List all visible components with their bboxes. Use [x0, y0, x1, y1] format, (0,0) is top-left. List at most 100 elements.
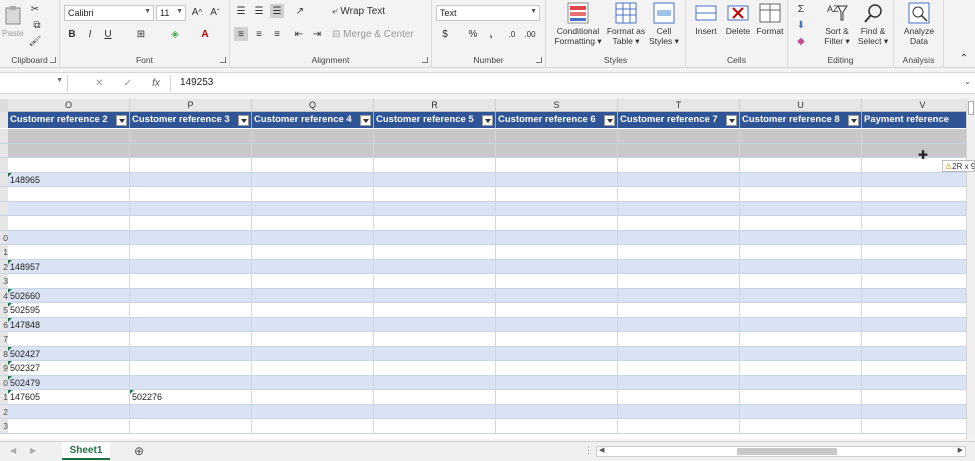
- clear-icon[interactable]: ◆: [794, 34, 808, 48]
- table-row[interactable]: [0, 129, 966, 144]
- table-cell[interactable]: 502595: [8, 303, 130, 317]
- table-cell[interactable]: [618, 216, 740, 230]
- table-cell[interactable]: [862, 274, 966, 288]
- table-cell[interactable]: [740, 303, 862, 317]
- top-align-icon[interactable]: ☰: [234, 4, 248, 18]
- table-cell[interactable]: [740, 390, 862, 404]
- row-header[interactable]: 2: [0, 404, 8, 418]
- row-header[interactable]: 3: [0, 274, 8, 288]
- table-cell[interactable]: [374, 274, 496, 288]
- table-header-cell[interactable]: Customer reference 5: [374, 112, 496, 128]
- paste-label[interactable]: Paste: [2, 28, 24, 38]
- row-header[interactable]: 4: [0, 288, 8, 302]
- table-row[interactable]: 9 502327: [0, 361, 966, 376]
- table-cell[interactable]: [252, 375, 374, 389]
- table-header-cell[interactable]: Customer reference 6: [496, 112, 618, 128]
- table-cell[interactable]: [862, 173, 966, 187]
- align-center-icon[interactable]: ≡: [252, 27, 266, 41]
- table-cell[interactable]: [496, 404, 618, 418]
- table-cell[interactable]: [130, 187, 252, 201]
- table-cell[interactable]: [374, 172, 496, 186]
- table-cell[interactable]: [374, 158, 496, 172]
- column-header-s[interactable]: S: [496, 99, 618, 112]
- table-cell[interactable]: [740, 187, 862, 201]
- table-cell[interactable]: [740, 230, 862, 244]
- font-name-combo[interactable]: Calibri ▼: [64, 5, 154, 21]
- table-row[interactable]: 2: [0, 404, 966, 419]
- table-cell[interactable]: [496, 419, 618, 433]
- row-header[interactable]: 1: [0, 245, 8, 259]
- table-cell[interactable]: [496, 158, 618, 172]
- table-cell[interactable]: [130, 172, 252, 186]
- table-cell[interactable]: [374, 129, 496, 143]
- table-row[interactable]: 0: [0, 230, 966, 245]
- column-header-u[interactable]: U: [740, 99, 862, 112]
- table-cell[interactable]: [8, 201, 130, 215]
- table-cell[interactable]: [8, 187, 130, 201]
- table-row[interactable]: [0, 143, 966, 158]
- table-row[interactable]: 2 148957: [0, 259, 966, 274]
- table-row[interactable]: 3: [0, 274, 966, 289]
- table-cell[interactable]: [130, 404, 252, 418]
- name-box[interactable]: ▼: [0, 75, 68, 92]
- table-cell[interactable]: [374, 346, 496, 360]
- table-cell[interactable]: [252, 332, 374, 346]
- table-cell[interactable]: 147848: [8, 317, 130, 331]
- table-cell[interactable]: [740, 346, 862, 360]
- delete-button[interactable]: Delete: [722, 2, 754, 36]
- row-header[interactable]: [0, 187, 8, 201]
- table-cell[interactable]: [618, 346, 740, 360]
- table-cell[interactable]: 148965: [8, 172, 130, 186]
- filter-dropdown-icon[interactable]: [116, 115, 127, 126]
- table-cell[interactable]: [618, 129, 740, 143]
- table-cell[interactable]: [618, 288, 740, 302]
- column-header-o[interactable]: O: [8, 99, 130, 112]
- fill-color-icon[interactable]: ◈: [168, 27, 182, 41]
- table-cell[interactable]: [740, 404, 862, 418]
- table-row[interactable]: 1 147605 502276: [0, 390, 966, 405]
- conditional-formatting-button[interactable]: Conditional Formatting ▾: [550, 2, 606, 46]
- table-cell[interactable]: [252, 143, 374, 157]
- table-row[interactable]: [0, 187, 966, 202]
- table-cell[interactable]: [740, 201, 862, 215]
- table-header-cell[interactable]: Customer reference 4: [252, 112, 374, 128]
- filter-dropdown-icon[interactable]: [482, 115, 493, 126]
- table-cell[interactable]: [130, 274, 252, 288]
- row-header[interactable]: [0, 158, 8, 172]
- table-cell[interactable]: [496, 346, 618, 360]
- insert-button[interactable]: Insert: [690, 2, 722, 36]
- align-left-icon[interactable]: ≡: [234, 27, 248, 41]
- format-as-table-button[interactable]: Format as Table ▾: [606, 2, 646, 46]
- table-row[interactable]: [0, 201, 966, 216]
- decrease-indent-icon[interactable]: ⇤: [292, 27, 306, 41]
- table-cell[interactable]: [130, 259, 252, 273]
- table-cell[interactable]: [252, 419, 374, 433]
- wrap-text-button[interactable]: ⤶ Wrap Text: [332, 4, 392, 18]
- alignment-launcher-icon[interactable]: [422, 57, 428, 63]
- bottom-align-icon[interactable]: ☰: [270, 4, 284, 18]
- table-cell[interactable]: [618, 143, 740, 157]
- table-cell[interactable]: [618, 317, 740, 331]
- table-cell[interactable]: [618, 390, 740, 404]
- table-cell[interactable]: [252, 274, 374, 288]
- font-launcher-icon[interactable]: [220, 57, 226, 63]
- table-cell[interactable]: [374, 216, 496, 230]
- align-right-icon[interactable]: ≡: [270, 27, 284, 41]
- table-cell[interactable]: [618, 332, 740, 346]
- table-cell[interactable]: [618, 404, 740, 418]
- table-cell[interactable]: [862, 390, 966, 404]
- table-cell[interactable]: [252, 187, 374, 201]
- table-cell[interactable]: [740, 216, 862, 230]
- table-cell[interactable]: [618, 259, 740, 273]
- table-cell[interactable]: [862, 260, 966, 274]
- row-header[interactable]: 2: [0, 259, 8, 273]
- table-cell[interactable]: [862, 202, 966, 216]
- filter-dropdown-icon[interactable]: [726, 115, 737, 126]
- table-cell[interactable]: [8, 245, 130, 259]
- table-cell[interactable]: [130, 346, 252, 360]
- column-header-p[interactable]: P: [130, 99, 252, 112]
- table-row[interactable]: 5 502595: [0, 303, 966, 318]
- table-cell[interactable]: [618, 419, 740, 433]
- font-color-icon[interactable]: A: [198, 27, 212, 41]
- table-cell[interactable]: [130, 303, 252, 317]
